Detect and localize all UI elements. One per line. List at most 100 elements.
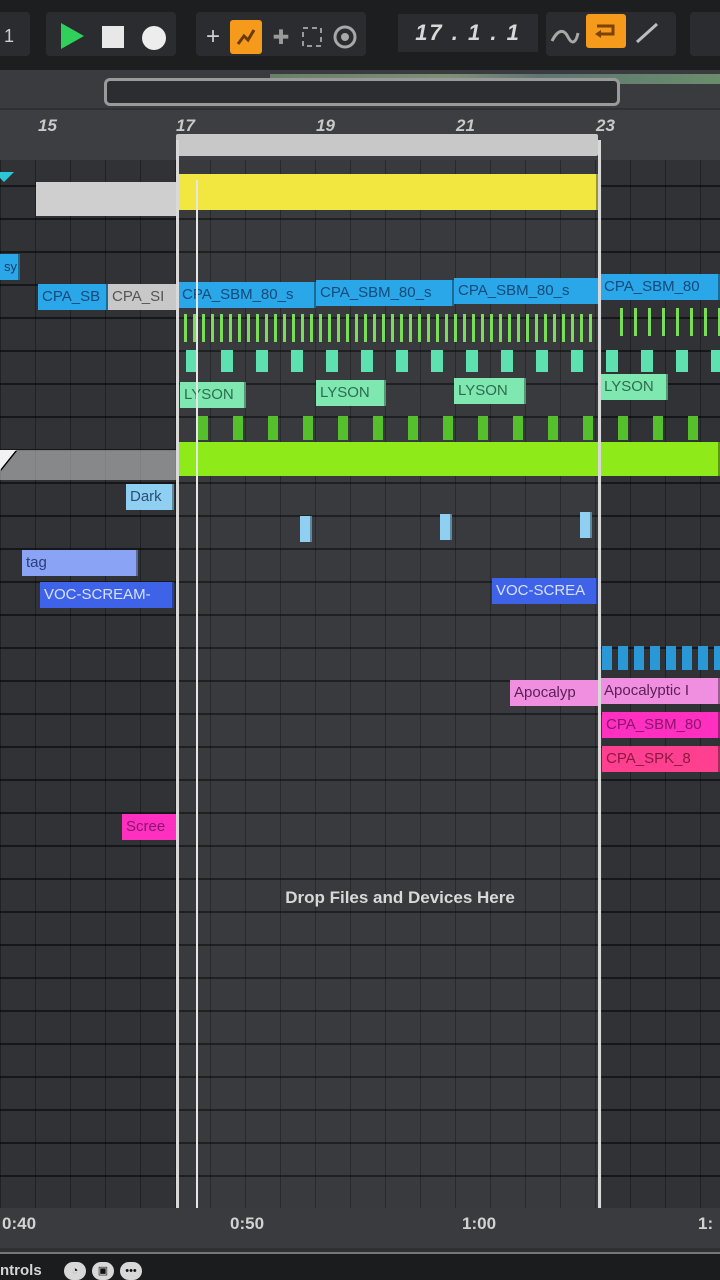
midi-note bbox=[548, 416, 558, 440]
midi-note bbox=[711, 350, 720, 372]
draw-mode-icon[interactable] bbox=[632, 18, 664, 48]
automation-arm-button[interactable] bbox=[230, 20, 262, 54]
play-icon[interactable] bbox=[58, 22, 86, 50]
midi-note bbox=[265, 314, 268, 342]
midi-note bbox=[513, 416, 523, 440]
midi-note bbox=[562, 314, 565, 342]
bar-number: 19 bbox=[316, 116, 335, 135]
clip-grey[interactable]: CPA_SI bbox=[108, 284, 178, 310]
controls-label[interactable]: ntrols bbox=[0, 1262, 42, 1279]
midi-note bbox=[688, 416, 698, 440]
clip-lightblue[interactable] bbox=[440, 514, 452, 540]
midi-note bbox=[202, 314, 205, 342]
overdub-indicator[interactable]: 1 bbox=[4, 26, 14, 47]
clip-yellow[interactable] bbox=[178, 174, 598, 210]
waveform-segment bbox=[682, 646, 692, 670]
midi-note bbox=[704, 308, 707, 336]
midi-note bbox=[571, 350, 583, 372]
time-ruler[interactable] bbox=[0, 1208, 720, 1248]
capture-icon[interactable] bbox=[300, 24, 324, 50]
midi-note bbox=[431, 350, 443, 372]
midi-note bbox=[408, 416, 418, 440]
fold-arrow-icon[interactable] bbox=[0, 172, 14, 182]
midi-note bbox=[238, 314, 241, 342]
midi-note bbox=[580, 314, 583, 342]
loop-switch-button[interactable] bbox=[586, 14, 626, 48]
ableton-arrangement-window: 1 + ✚ 17 . 1 . 1 15 17 19 21 23 sy CPA_S… bbox=[0, 0, 720, 1280]
clip-pink[interactable]: Apocalyp bbox=[510, 680, 600, 706]
midi-note bbox=[292, 314, 295, 342]
midi-note bbox=[472, 314, 475, 342]
knob-icon[interactable]: ◔ bbox=[64, 1262, 86, 1280]
clip-mint[interactable]: LYSON bbox=[454, 378, 526, 404]
midi-note bbox=[443, 416, 453, 440]
midi-note bbox=[454, 314, 457, 342]
midi-note bbox=[326, 350, 338, 372]
midi-note bbox=[466, 350, 478, 372]
metronome-icon[interactable] bbox=[332, 24, 358, 50]
midi-note bbox=[247, 314, 250, 342]
transport-bar: 1 + ✚ 17 . 1 . 1 bbox=[0, 0, 720, 71]
song-position-display[interactable]: 17 . 1 . 1 bbox=[398, 14, 538, 52]
midi-note bbox=[361, 350, 373, 372]
time-label: 0:40 bbox=[2, 1214, 37, 1233]
clip-mint[interactable]: LYSON bbox=[180, 382, 246, 408]
clip-hotpink[interactable]: CPA_SPK_8 bbox=[602, 746, 720, 772]
clip-navy[interactable]: VOC-SCREAM- bbox=[40, 582, 174, 608]
device-icon[interactable]: ▣ bbox=[92, 1262, 114, 1280]
midi-note bbox=[337, 314, 340, 342]
midi-note bbox=[571, 314, 574, 342]
midi-note bbox=[184, 314, 187, 342]
midi-note bbox=[490, 314, 493, 342]
clip-grey[interactable] bbox=[0, 450, 178, 480]
extra-controls-group bbox=[690, 12, 720, 56]
clip-lime[interactable] bbox=[178, 442, 720, 476]
clip-periwinkle[interactable]: tag bbox=[22, 550, 138, 576]
add-icon[interactable]: + bbox=[202, 23, 224, 50]
clip-pink[interactable]: Apocalyptic I bbox=[600, 678, 720, 704]
midi-note bbox=[501, 350, 513, 372]
overview-viewport[interactable] bbox=[104, 78, 620, 106]
midi-note bbox=[648, 308, 651, 336]
clip-navy[interactable]: VOC-SCREA bbox=[492, 578, 598, 604]
clip-grey[interactable] bbox=[36, 182, 178, 216]
clip-blue[interactable]: CPA_SBM_80_s bbox=[316, 280, 454, 306]
drop-zone-hint: Drop Files and Devices Here bbox=[285, 888, 515, 907]
clip-magenta[interactable]: CPA_SBM_80 bbox=[602, 712, 720, 738]
clip-blue[interactable]: sy bbox=[0, 254, 20, 280]
waveform-segment bbox=[698, 646, 708, 670]
clip-blue[interactable]: CPA_SBM_80_s bbox=[178, 282, 316, 308]
midi-note bbox=[291, 350, 303, 372]
bar-number: 15 bbox=[38, 116, 57, 135]
loop-end-marker[interactable] bbox=[598, 140, 601, 1220]
clip-lightblue[interactable] bbox=[300, 516, 312, 542]
waveform-segment bbox=[634, 646, 644, 670]
clip-lightblue[interactable] bbox=[580, 512, 592, 538]
more-icon[interactable]: ••• bbox=[120, 1262, 142, 1280]
clip-blue[interactable]: CPA_SBM_80 bbox=[600, 274, 720, 300]
midi-note bbox=[535, 314, 538, 342]
midi-note bbox=[233, 416, 243, 440]
clip-blue[interactable]: CPA_SBM_80_s bbox=[454, 278, 600, 304]
midi-note bbox=[690, 308, 693, 336]
playhead[interactable] bbox=[196, 180, 198, 1210]
session-record-icon[interactable]: ✚ bbox=[270, 24, 292, 50]
clip-magenta[interactable]: Scree bbox=[122, 814, 178, 840]
midi-note bbox=[463, 314, 466, 342]
midi-note bbox=[618, 416, 628, 440]
clip-blue[interactable]: CPA_SB bbox=[38, 284, 108, 310]
clip-mint[interactable]: LYSON bbox=[600, 374, 668, 400]
midi-note bbox=[536, 350, 548, 372]
record-icon[interactable] bbox=[140, 24, 168, 52]
midi-note bbox=[676, 350, 688, 372]
midi-note bbox=[676, 308, 679, 336]
midi-note bbox=[445, 314, 448, 342]
clip-mint[interactable]: LYSON bbox=[316, 380, 386, 406]
midi-note bbox=[364, 314, 367, 342]
stop-icon[interactable] bbox=[100, 24, 126, 50]
follow-icon[interactable] bbox=[550, 22, 580, 52]
loop-start-marker[interactable] bbox=[176, 140, 179, 1220]
clip-lightblue[interactable]: Dark bbox=[126, 484, 174, 510]
loop-brace[interactable] bbox=[176, 134, 598, 156]
midi-note bbox=[508, 314, 511, 342]
